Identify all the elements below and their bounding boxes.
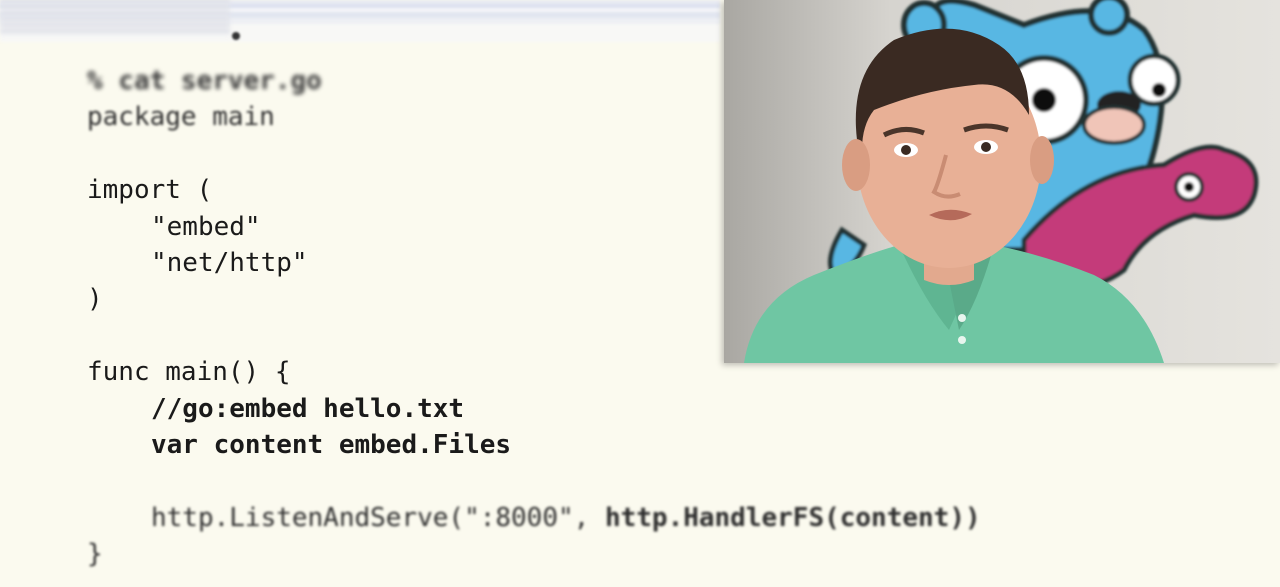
cursor-icon: [232, 32, 240, 40]
code-line-go-embed-directive: //go:embed hello.txt: [151, 393, 465, 424]
presenter-video: [724, 0, 1280, 363]
presenter-webcam-illustration: [724, 0, 1280, 363]
code-line-var-content: var content embed.Files: [151, 429, 512, 460]
screen: % cat server.go package main import ("embe…: [0, 0, 1280, 587]
code-line-func-close: }: [87, 539, 103, 570]
handler-fs-call: http.HandlerFS(content)): [604, 502, 981, 533]
code-line-listen-and-serve: http.ListenAndServe(":8000", http.Handle…: [87, 500, 981, 536]
title-bar-text: [0, 0, 230, 36]
listen-and-serve-call: http.ListenAndServe(":8000",: [151, 502, 605, 533]
